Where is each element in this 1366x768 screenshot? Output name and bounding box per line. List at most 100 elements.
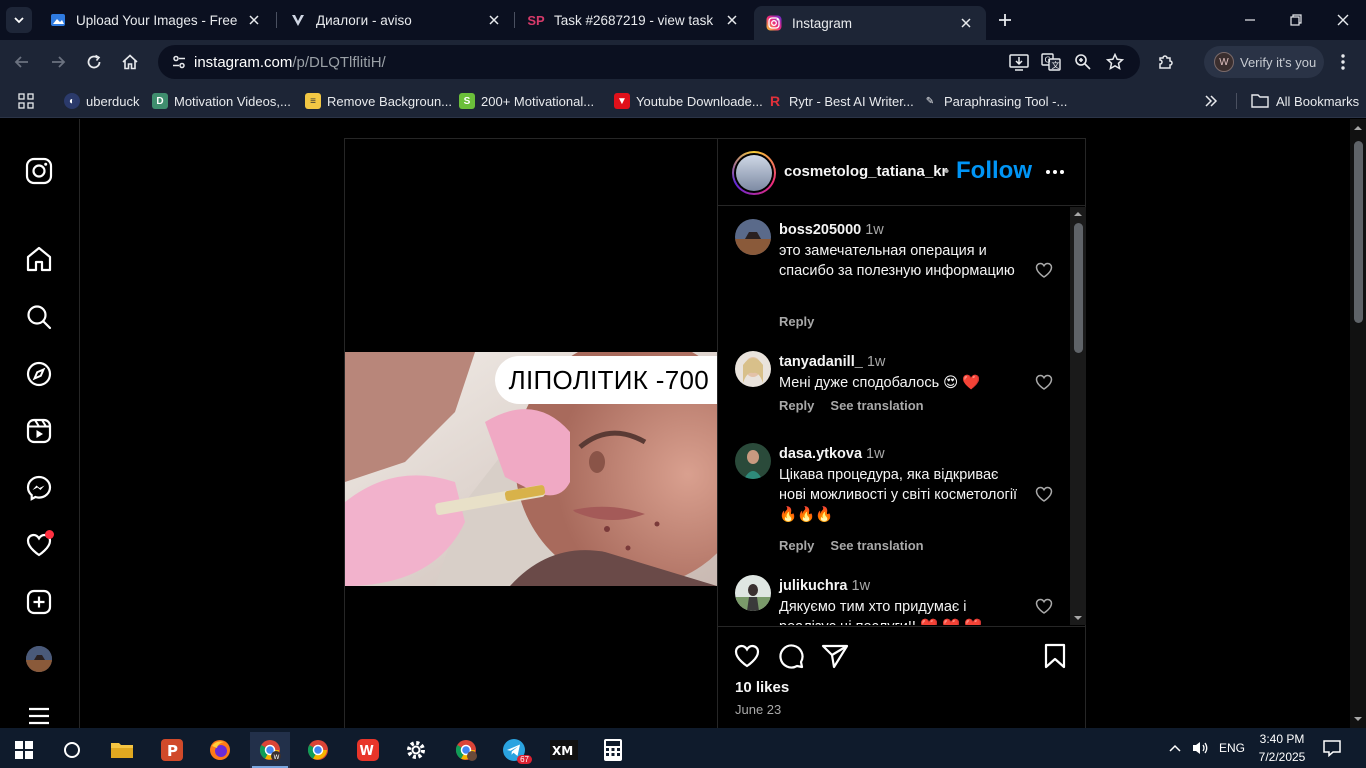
commenter-avatar[interactable] xyxy=(735,575,771,611)
scroll-down-arrow-icon[interactable] xyxy=(1350,714,1366,724)
page-scrollbar[interactable] xyxy=(1350,119,1366,728)
close-icon[interactable] xyxy=(724,12,740,28)
close-icon[interactable] xyxy=(486,12,502,28)
chrome-profile-w-icon[interactable]: W xyxy=(250,732,290,768)
bookmarks-overflow-button[interactable] xyxy=(1204,91,1218,111)
file-explorer-icon[interactable] xyxy=(102,732,142,768)
share-icon[interactable] xyxy=(820,641,850,671)
tab-aviso[interactable]: Диалоги - aviso xyxy=(278,0,514,40)
start-button[interactable] xyxy=(4,732,44,768)
instagram-logo-icon[interactable] xyxy=(24,156,54,186)
like-comment-icon[interactable] xyxy=(1034,484,1054,504)
profile-avatar[interactable] xyxy=(26,646,52,672)
bookmark-motivational[interactable]: S 200+ Motivational... xyxy=(459,91,594,111)
xm-app-icon[interactable]: XM xyxy=(544,732,584,768)
like-comment-icon[interactable] xyxy=(1034,260,1054,280)
tab-search-button[interactable] xyxy=(6,7,32,33)
comment-icon[interactable] xyxy=(776,641,806,671)
apps-button[interactable] xyxy=(18,91,34,111)
back-button[interactable] xyxy=(10,50,34,74)
scrollbar-thumb[interactable] xyxy=(1354,141,1363,323)
scroll-up-arrow-icon[interactable] xyxy=(1350,123,1366,133)
new-tab-button[interactable] xyxy=(993,8,1017,32)
extensions-icon[interactable] xyxy=(1156,52,1176,72)
create-post-icon[interactable] xyxy=(24,587,54,617)
reply-button[interactable]: Reply xyxy=(779,538,814,553)
bookmark-remove-background[interactable]: ≡ Remove Backgroun... xyxy=(305,91,452,111)
likes-count[interactable]: 10 likes xyxy=(735,679,789,696)
volume-icon[interactable] xyxy=(1191,728,1209,768)
commenter-username[interactable]: boss205000 1w xyxy=(779,222,884,238)
translate-icon[interactable]: G文 xyxy=(1041,52,1061,72)
tab-task[interactable]: SP Task #2687219 - view task xyxy=(516,0,752,40)
all-bookmarks-button[interactable]: All Bookmarks xyxy=(1251,91,1359,111)
action-center-button[interactable] xyxy=(1322,728,1342,768)
bookmark-youtube-downloader[interactable]: ▼ Youtube Downloade... xyxy=(614,91,763,111)
reply-button[interactable]: Reply xyxy=(779,398,814,413)
home-button[interactable] xyxy=(118,50,142,74)
bookmark-motivation-videos[interactable]: D Motivation Videos,... xyxy=(152,91,291,111)
home-icon[interactable] xyxy=(24,244,54,274)
notifications-heart-icon[interactable] xyxy=(24,530,54,560)
chrome-profile-icon[interactable] xyxy=(446,732,486,768)
bookmark-star-icon[interactable] xyxy=(1105,52,1125,72)
close-icon[interactable] xyxy=(958,15,974,31)
tab-upload-images[interactable]: Upload Your Images - Free Imag xyxy=(38,0,274,40)
reload-button[interactable] xyxy=(82,50,106,74)
chrome-icon[interactable] xyxy=(298,732,338,768)
bookmark-uberduck[interactable]: ◐ uberduck xyxy=(64,91,139,111)
explore-compass-icon[interactable] xyxy=(24,359,54,389)
tab-instagram[interactable]: Instagram xyxy=(754,6,986,40)
reels-icon[interactable] xyxy=(24,416,54,446)
wps-presentation-icon[interactable]: P xyxy=(152,732,192,768)
install-app-icon[interactable] xyxy=(1009,52,1029,72)
input-language-indicator[interactable]: ENG xyxy=(1219,728,1245,768)
more-menu-icon[interactable] xyxy=(24,701,54,728)
post-media[interactable]: ЛІПОЛІТИК -700 xyxy=(345,139,717,728)
calculator-icon[interactable] xyxy=(593,732,633,768)
bookmark-rytr[interactable]: R Rytr - Best AI Writer... xyxy=(767,91,914,111)
commenter-avatar[interactable] xyxy=(735,443,771,479)
firefox-icon[interactable] xyxy=(200,732,240,768)
author-username[interactable]: cosmetolog_tatiana_kr xyxy=(784,163,947,180)
site-info-icon[interactable] xyxy=(164,54,194,70)
commenter-username[interactable]: dasa.ytkova 1w xyxy=(779,446,885,462)
chrome-menu-icon[interactable] xyxy=(1333,52,1353,72)
author-avatar[interactable] xyxy=(732,151,776,195)
address-bar[interactable]: instagram.com/p/DLQTlflitiH/ xyxy=(158,45,1140,79)
taskbar-clock[interactable]: 3:40 PM 7/2/2025 xyxy=(1254,730,1310,766)
messenger-icon[interactable] xyxy=(24,473,54,503)
bookmark-paraphrasing-tool[interactable]: ✎ Paraphrasing Tool -... xyxy=(922,91,1068,111)
close-window-button[interactable] xyxy=(1331,8,1355,32)
comments-scrollbar[interactable] xyxy=(1070,207,1086,625)
show-hidden-icons-button[interactable] xyxy=(1168,728,1182,768)
see-translation-button[interactable]: See translation xyxy=(830,538,923,553)
commenter-avatar[interactable] xyxy=(735,351,771,387)
see-translation-button[interactable]: See translation xyxy=(830,398,923,413)
commenter-username[interactable]: julikuchra 1w xyxy=(779,578,870,594)
search-taskbar-button[interactable] xyxy=(52,732,92,768)
forward-button[interactable] xyxy=(46,50,70,74)
close-icon[interactable] xyxy=(246,12,262,28)
commenter-avatar[interactable] xyxy=(735,219,771,255)
search-icon[interactable] xyxy=(24,302,54,332)
scroll-up-arrow-icon[interactable] xyxy=(1070,209,1086,219)
save-bookmark-icon[interactable] xyxy=(1040,641,1070,671)
scrollbar-thumb[interactable] xyxy=(1074,223,1083,353)
like-icon[interactable] xyxy=(732,641,762,671)
zoom-icon[interactable] xyxy=(1073,52,1093,72)
scroll-down-arrow-icon[interactable] xyxy=(1070,613,1086,623)
restore-button[interactable] xyxy=(1284,8,1308,32)
settings-gear-icon[interactable] xyxy=(396,732,436,768)
reply-button[interactable]: Reply xyxy=(779,314,814,329)
wps-office-icon[interactable]: W xyxy=(348,732,388,768)
like-comment-icon[interactable] xyxy=(1034,372,1054,392)
minimize-button[interactable] xyxy=(1238,8,1262,32)
commenter-username[interactable]: tanyadanill_ 1w xyxy=(779,354,885,370)
like-comment-icon[interactable] xyxy=(1034,596,1054,616)
verify-profile-button[interactable]: W Verify it's you xyxy=(1204,46,1324,78)
pen-icon: ✎ xyxy=(925,95,935,107)
follow-button[interactable]: Follow xyxy=(956,157,1032,185)
telegram-icon[interactable]: 67 xyxy=(494,732,534,768)
more-options-icon[interactable] xyxy=(1044,161,1066,183)
